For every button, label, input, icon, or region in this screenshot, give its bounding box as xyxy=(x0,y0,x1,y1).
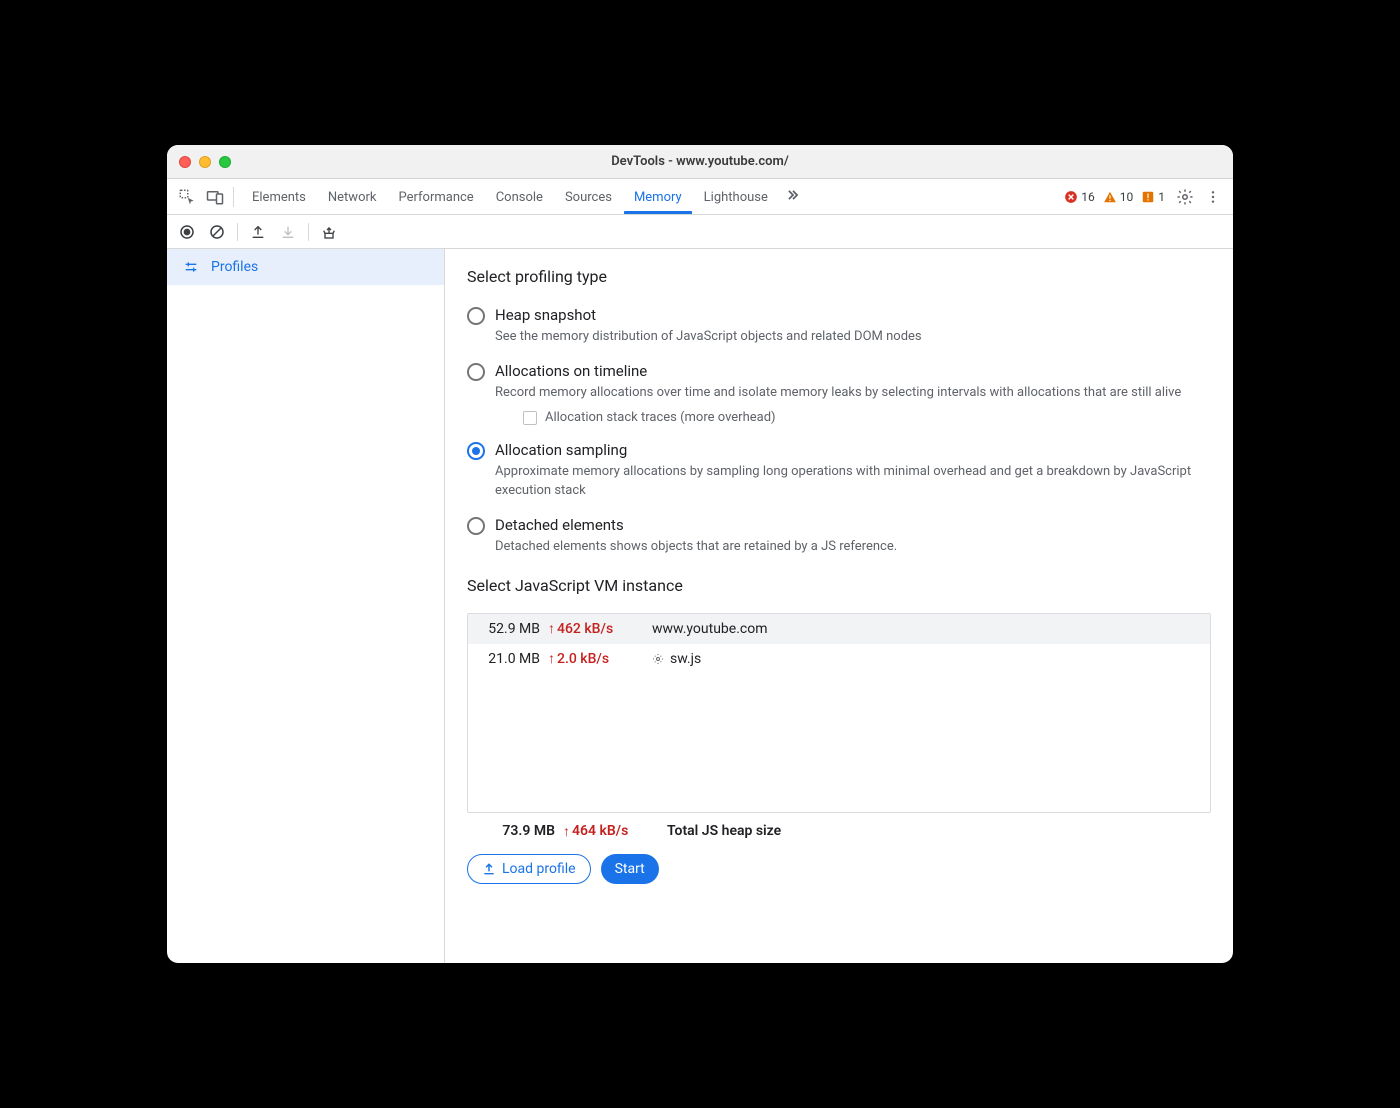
vm-name: sw.js xyxy=(638,651,701,667)
separator xyxy=(237,223,238,241)
upload-icon xyxy=(482,862,496,876)
error-count-value: 16 xyxy=(1081,190,1095,204)
option-heap-snapshot[interactable]: Heap snapshot See the memory distributio… xyxy=(467,306,1211,346)
start-button[interactable]: Start xyxy=(601,854,659,884)
error-icon xyxy=(1064,190,1078,204)
load-profile-label: Load profile xyxy=(502,861,576,877)
warning-count[interactable]: 10 xyxy=(1103,190,1134,204)
radio-allocations-timeline[interactable] xyxy=(467,363,485,381)
option-allocations-timeline[interactable]: Allocations on timeline Record memory al… xyxy=(467,362,1211,425)
error-count[interactable]: 16 xyxy=(1064,190,1095,204)
button-row: Load profile Start xyxy=(467,854,1211,884)
issue-icon xyxy=(1141,190,1155,204)
settings-icon[interactable] xyxy=(1171,183,1199,211)
devtools-window: DevTools - www.youtube.com/ Elements Net… xyxy=(167,145,1233,963)
main-tabbar: Elements Network Performance Console Sou… xyxy=(167,179,1233,215)
tab-sources[interactable]: Sources xyxy=(555,181,622,213)
arrow-up-icon: ↑ xyxy=(563,823,570,840)
vm-name: www.youtube.com xyxy=(638,621,768,637)
option-desc: See the memory distribution of JavaScrip… xyxy=(495,328,1211,346)
tab-elements[interactable]: Elements xyxy=(242,181,316,213)
clear-button[interactable] xyxy=(203,218,231,246)
profiling-type-heading: Select profiling type xyxy=(467,267,1211,286)
export-button[interactable] xyxy=(244,218,272,246)
warning-count-value: 10 xyxy=(1120,190,1134,204)
tab-network[interactable]: Network xyxy=(318,181,387,213)
status-counters: 16 10 1 xyxy=(1064,190,1165,204)
load-profile-button[interactable]: Load profile xyxy=(467,854,591,884)
stack-traces-label: Allocation stack traces (more overhead) xyxy=(545,410,776,425)
option-title: Allocations on timeline xyxy=(495,362,1211,380)
minimize-window-button[interactable] xyxy=(199,156,211,168)
stack-traces-row: Allocation stack traces (more overhead) xyxy=(523,410,1211,425)
option-title: Heap snapshot xyxy=(495,306,1211,324)
device-toolbar-icon[interactable] xyxy=(201,183,229,211)
vm-size: 52.9 MB xyxy=(468,621,548,637)
separator xyxy=(233,187,234,207)
option-desc: Record memory allocations over time and … xyxy=(495,384,1211,402)
maximize-window-button[interactable] xyxy=(219,156,231,168)
sidebar-item-profiles[interactable]: Profiles xyxy=(167,249,444,285)
issue-count[interactable]: 1 xyxy=(1141,190,1165,204)
sidebar-item-label: Profiles xyxy=(211,259,258,275)
option-desc: Detached elements shows objects that are… xyxy=(495,538,1211,556)
gear-icon xyxy=(652,653,664,665)
stack-traces-checkbox[interactable] xyxy=(523,411,537,425)
radio-detached-elements[interactable] xyxy=(467,517,485,535)
start-label: Start xyxy=(615,861,645,877)
close-window-button[interactable] xyxy=(179,156,191,168)
radio-allocation-sampling[interactable] xyxy=(467,442,485,460)
option-allocation-sampling[interactable]: Allocation sampling Approximate memory a… xyxy=(467,441,1211,499)
option-desc: Approximate memory allocations by sampli… xyxy=(495,463,1211,499)
separator xyxy=(308,223,309,241)
tab-performance[interactable]: Performance xyxy=(389,181,484,213)
main-panel: Select profiling type Heap snapshot See … xyxy=(445,249,1233,963)
warning-icon xyxy=(1103,190,1117,204)
issue-count-value: 1 xyxy=(1158,190,1165,204)
option-title: Detached elements xyxy=(495,516,1211,534)
tab-memory[interactable]: Memory xyxy=(624,181,692,213)
option-detached-elements[interactable]: Detached elements Detached elements show… xyxy=(467,516,1211,556)
more-tabs-icon[interactable] xyxy=(786,187,800,206)
vm-instance-row[interactable]: 52.9 MB ↑462 kB/s www.youtube.com xyxy=(468,614,1210,644)
titlebar: DevTools - www.youtube.com/ xyxy=(167,145,1233,179)
vm-instance-row[interactable]: 21.0 MB ↑2.0 kB/s sw.js xyxy=(468,644,1210,674)
sliders-icon xyxy=(183,259,199,275)
total-size: 73.9 MB xyxy=(483,823,563,839)
total-label: Total JS heap size xyxy=(659,823,781,839)
total-heap-row: 73.9 MB ↑464 kB/s Total JS heap size xyxy=(483,823,1211,840)
import-button[interactable] xyxy=(274,218,302,246)
arrow-up-icon: ↑ xyxy=(548,650,555,667)
vm-instance-heading: Select JavaScript VM instance xyxy=(467,576,1211,595)
traffic-lights xyxy=(179,156,231,168)
tab-console[interactable]: Console xyxy=(486,181,553,213)
tabs-list: Elements Network Performance Console Sou… xyxy=(242,181,1064,213)
vm-instance-list: 52.9 MB ↑462 kB/s www.youtube.com 21.0 M… xyxy=(467,613,1211,813)
collect-garbage-button[interactable] xyxy=(315,218,343,246)
vm-rate: ↑2.0 kB/s xyxy=(548,650,638,667)
total-rate: ↑464 kB/s xyxy=(563,823,659,840)
sidebar: Profiles xyxy=(167,249,445,963)
content-area: Profiles Select profiling type Heap snap… xyxy=(167,249,1233,963)
memory-toolbar xyxy=(167,215,1233,249)
inspect-element-icon[interactable] xyxy=(173,183,201,211)
record-button[interactable] xyxy=(173,218,201,246)
kebab-menu-icon[interactable] xyxy=(1199,183,1227,211)
tab-lighthouse[interactable]: Lighthouse xyxy=(694,181,778,213)
vm-size: 21.0 MB xyxy=(468,651,548,667)
radio-heap-snapshot[interactable] xyxy=(467,307,485,325)
window-title: DevTools - www.youtube.com/ xyxy=(167,154,1233,169)
arrow-up-icon: ↑ xyxy=(548,620,555,637)
option-title: Allocation sampling xyxy=(495,441,1211,459)
vm-rate: ↑462 kB/s xyxy=(548,620,638,637)
